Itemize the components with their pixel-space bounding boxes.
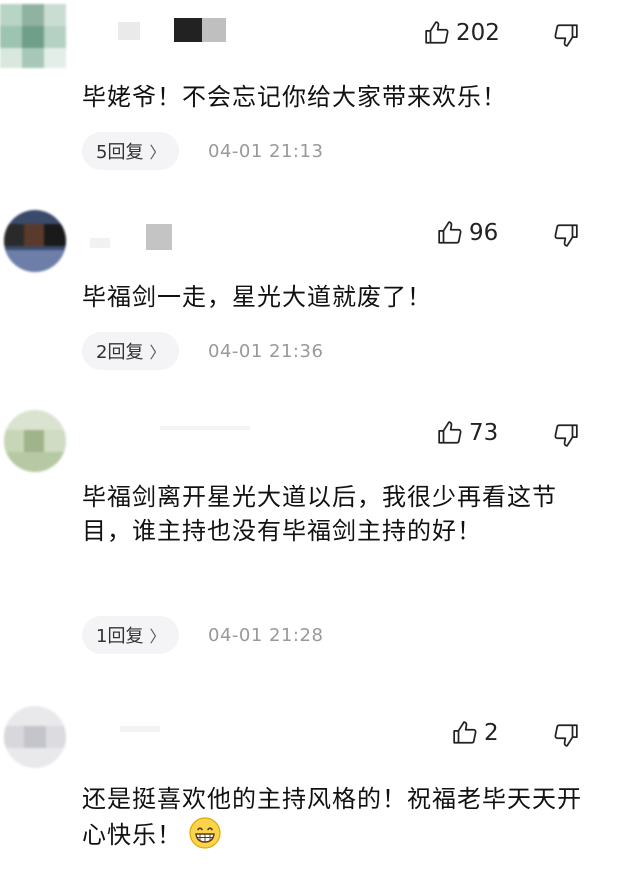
- reply-count-label: 2回复: [96, 342, 144, 363]
- thumb-down-icon[interactable]: [553, 222, 579, 248]
- comment-text: 毕福剑一走，星光大道就废了！: [82, 283, 432, 311]
- reply-count-button[interactable]: 1回复 〉: [82, 616, 180, 654]
- like-button[interactable]: 202: [424, 20, 500, 46]
- avatar[interactable]: [0, 4, 66, 68]
- grinning-face-icon: [189, 817, 221, 849]
- thumb-up-icon: [438, 221, 462, 244]
- comment-item: 2 还是挺喜欢他的主持风格的！祝福老毕天天开心快乐！: [0, 700, 618, 870]
- like-count: 73: [469, 420, 499, 446]
- comment-item: 202 毕姥爷！不会忘记你给大家带来欢乐！ 5回复 〉 04-01 21:13: [0, 0, 618, 190]
- reply-count-label: 1回复: [96, 626, 144, 647]
- comment-text-body: 还是挺喜欢他的主持风格的！祝福老毕天天开心快乐！: [82, 785, 582, 849]
- thumb-down-icon[interactable]: [553, 22, 579, 48]
- thumb-up-icon: [438, 421, 462, 444]
- username-redacted[interactable]: [90, 224, 180, 250]
- reply-count-button[interactable]: 2回复 〉: [82, 332, 180, 370]
- comment-timestamp: 04-01 21:28: [208, 625, 324, 646]
- username-redacted[interactable]: [120, 724, 160, 736]
- thumb-down-icon[interactable]: [553, 722, 579, 748]
- comment-item: 73 毕福剑离开星光大道以后，我很少再看这节目，谁主持也没有毕福剑主持的好！ 1…: [0, 400, 618, 680]
- like-button[interactable]: 96: [437, 220, 498, 246]
- chevron-right-icon: 〉: [149, 343, 166, 362]
- avatar[interactable]: [4, 210, 66, 272]
- chevron-right-icon: 〉: [149, 143, 166, 162]
- chevron-right-icon: 〉: [149, 627, 166, 646]
- thumb-up-icon: [453, 721, 477, 744]
- like-count: 2: [484, 720, 499, 746]
- reply-count-label: 5回复: [96, 142, 144, 163]
- avatar[interactable]: [4, 410, 66, 472]
- comment-text: 毕姥爷！不会忘记你给大家带来欢乐！: [82, 83, 507, 111]
- like-count: 202: [456, 20, 500, 46]
- like-button[interactable]: 2: [452, 720, 499, 746]
- username-redacted[interactable]: [160, 424, 250, 434]
- username-redacted[interactable]: [118, 18, 228, 42]
- comment-timestamp: 04-01 21:36: [208, 341, 324, 362]
- reply-count-button[interactable]: 5回复 〉: [82, 132, 180, 170]
- avatar[interactable]: [4, 706, 66, 768]
- like-button[interactable]: 73: [437, 420, 498, 446]
- thumb-down-icon[interactable]: [553, 422, 579, 448]
- comment-text: 毕福剑离开星光大道以后，我很少再看这节目，谁主持也没有毕福剑主持的好！: [82, 483, 557, 545]
- comment-text: 还是挺喜欢他的主持风格的！祝福老毕天天开心快乐！: [82, 782, 582, 852]
- comment-timestamp: 04-01 21:13: [208, 141, 324, 162]
- comment-item: 96 毕福剑一走，星光大道就废了！ 2回复 〉 04-01 21:36: [0, 200, 618, 390]
- like-count: 96: [469, 220, 499, 246]
- thumb-up-icon: [425, 21, 449, 44]
